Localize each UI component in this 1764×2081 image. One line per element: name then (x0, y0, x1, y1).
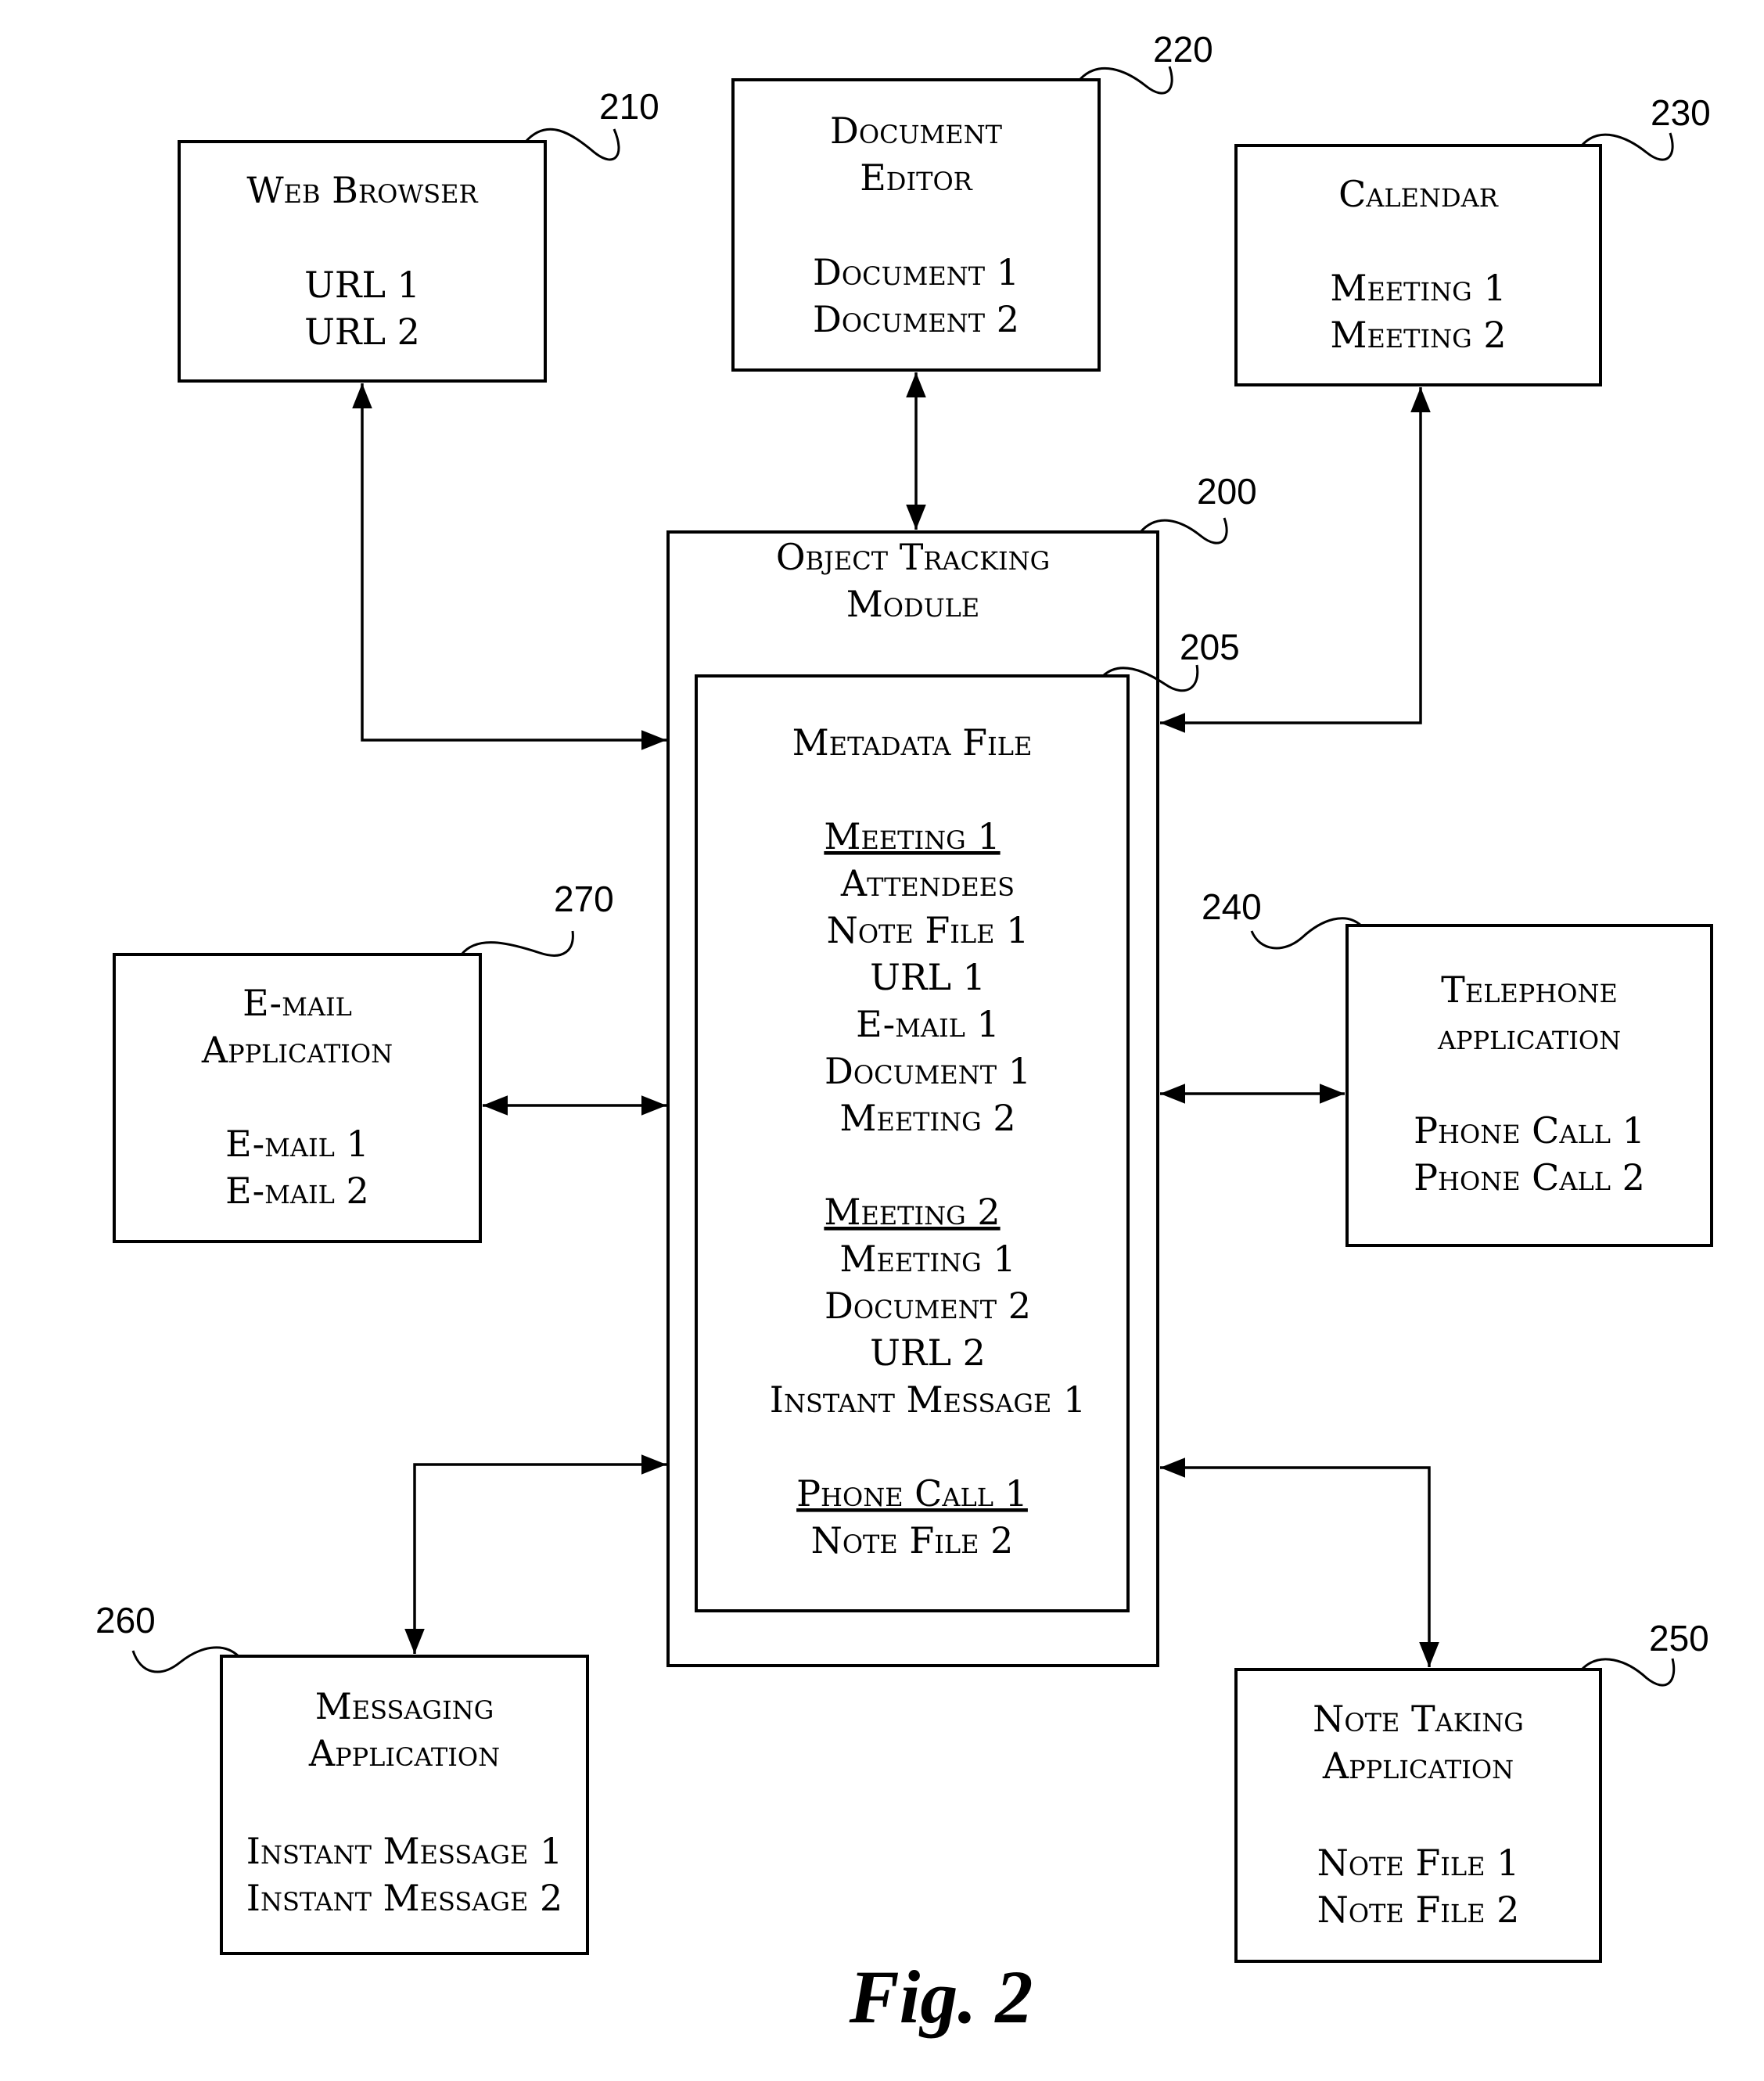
calendar-item: Meeting 2 (1330, 314, 1506, 356)
telephone-item: Phone Call 1 (1414, 1109, 1645, 1152)
object-tracking-module-title: Module (846, 583, 980, 625)
document-editor-box: Document Editor Document 1 Document 2 (731, 78, 1101, 372)
connector-web-browser (352, 383, 666, 750)
metadata-item: URL 2 (870, 1332, 986, 1374)
connector-messaging (404, 1454, 666, 1654)
calendar-box: Calendar Meeting 1 Meeting 2 (1234, 144, 1602, 386)
email-application-title: Application (201, 1029, 393, 1071)
object-tracking-module-title: Object Tracking (776, 536, 1050, 578)
document-editor-title: Document (830, 110, 1003, 152)
email-item: E-mail 2 (225, 1170, 369, 1212)
leader-line-240 (1250, 917, 1363, 950)
web-browser-title: Web Browser (246, 169, 478, 211)
messaging-item: Instant Message 2 (246, 1877, 562, 1919)
ref-210: 210 (599, 86, 659, 127)
metadata-item: Instant Message 1 (770, 1378, 1086, 1421)
calendar-title: Calendar (1338, 173, 1499, 215)
metadata-item: Document 1 (825, 1050, 1031, 1092)
messaging-application-title: Messaging (315, 1685, 494, 1727)
leader-line-270 (460, 930, 574, 957)
email-item: E-mail 1 (225, 1123, 369, 1165)
ref-230: 230 (1651, 92, 1711, 133)
ref-205: 205 (1180, 627, 1240, 667)
email-application-title: E-mail (243, 982, 352, 1024)
web-browser-item: URL 1 (304, 264, 420, 306)
telephone-application-box: Telephone application Phone Call 1 Phone… (1345, 924, 1713, 1247)
connector-note-taking (1160, 1457, 1439, 1667)
messaging-application-box: Messaging Application Instant Message 1 … (220, 1655, 589, 1955)
metadata-item: Note File 1 (827, 909, 1029, 951)
metadata-item: E-mail 1 (856, 1003, 1000, 1045)
note-taking-item: Note File 1 (1317, 1842, 1520, 1884)
ref-240: 240 (1202, 886, 1262, 927)
ref-220: 220 (1153, 29, 1213, 70)
note-taking-application-box: Note Taking Application Note File 1 Note… (1234, 1668, 1602, 1963)
metadata-item: Attendees (840, 862, 1015, 904)
ref-260: 260 (95, 1600, 156, 1641)
metadata-item: URL 1 (870, 956, 986, 998)
telephone-application-title: application (1437, 1015, 1621, 1058)
note-taking-application-title: Application (1322, 1745, 1514, 1787)
messaging-application-title: Application (308, 1732, 500, 1774)
telephone-application-title: Telephone (1441, 969, 1618, 1011)
metadata-item: Meeting 1 (839, 1238, 1015, 1280)
note-taking-item: Note File 2 (1317, 1889, 1520, 1931)
web-browser-box: Web Browser URL 1 URL 2 (178, 140, 547, 383)
metadata-file-title: Metadata File (792, 721, 1033, 764)
calendar-item: Meeting 1 (1330, 267, 1506, 309)
metadata-group-heading: Phone Call 1 (796, 1472, 1028, 1515)
metadata-item: Document 2 (825, 1285, 1031, 1327)
figure-label: Fig. 2 (849, 1955, 1033, 2039)
document-editor-title: Editor (860, 156, 972, 199)
document-editor-item: Document 2 (813, 298, 1019, 340)
ref-250: 250 (1649, 1618, 1709, 1659)
telephone-item: Phone Call 2 (1414, 1156, 1645, 1199)
messaging-item: Instant Message 1 (246, 1830, 562, 1872)
metadata-group-heading: Meeting 1 (824, 815, 1000, 857)
patent-diagram: Web Browser URL 1 URL 2 210 Document Edi… (95, 29, 1713, 2039)
ref-200: 200 (1197, 471, 1257, 512)
ref-270: 270 (554, 879, 614, 919)
metadata-item: Meeting 2 (839, 1097, 1015, 1139)
metadata-file-box: Metadata File Meeting 1 Attendees Note F… (695, 674, 1130, 1612)
metadata-group-heading: Meeting 2 (824, 1191, 1000, 1233)
connector-calendar (1160, 387, 1431, 733)
document-editor-item: Document 1 (813, 251, 1019, 293)
web-browser-item: URL 2 (304, 311, 420, 353)
email-application-box: E-mail Application E-mail 1 E-mail 2 (113, 953, 482, 1243)
note-taking-application-title: Note Taking (1313, 1698, 1524, 1740)
metadata-item: Note File 2 (811, 1519, 1014, 1562)
